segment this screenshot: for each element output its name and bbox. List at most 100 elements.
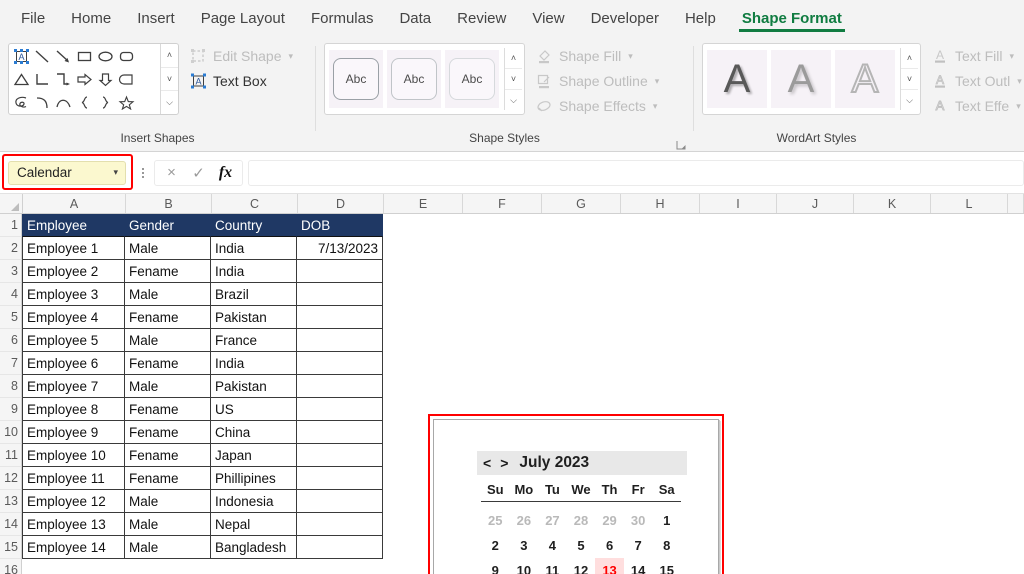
cell-a7[interactable]: Employee 6 bbox=[22, 352, 125, 375]
shape-style-thumb-3[interactable]: Abc bbox=[445, 50, 499, 108]
left-brace-shape-icon[interactable] bbox=[74, 91, 95, 114]
cell-c7[interactable]: India bbox=[211, 352, 297, 375]
calendar-day[interactable]: 4 bbox=[538, 533, 567, 558]
cell-a3[interactable]: Employee 2 bbox=[22, 260, 125, 283]
text-fill-button[interactable]: A Text Fill ▾ bbox=[931, 47, 1022, 65]
cell-b10[interactable]: Fename bbox=[125, 421, 211, 444]
row-header-14[interactable]: 14 bbox=[0, 513, 22, 536]
column-header-a[interactable]: A bbox=[23, 194, 126, 213]
calendar-day[interactable]: 27 bbox=[538, 508, 567, 533]
curve-shape-icon[interactable] bbox=[32, 91, 53, 114]
calendar-day[interactable]: 7 bbox=[624, 533, 653, 558]
calendar-control[interactable]: < > July 2023 Su Mo Tu We Th Fr Sa 25 26 bbox=[433, 419, 719, 574]
cell-b15[interactable]: Male bbox=[125, 536, 211, 559]
wordart-thumb-3[interactable]: A bbox=[835, 50, 895, 108]
cell-b6[interactable]: Male bbox=[125, 329, 211, 352]
row-header-12[interactable]: 12 bbox=[0, 467, 22, 490]
cell-c5[interactable]: Pakistan bbox=[211, 306, 297, 329]
cell-b2[interactable]: Male bbox=[125, 237, 211, 260]
wordart-scroll-up-icon[interactable]: ˄ bbox=[901, 48, 918, 69]
cell-d9[interactable] bbox=[297, 398, 383, 421]
right-brace-shape-icon[interactable] bbox=[95, 91, 116, 114]
oval-shape-icon[interactable] bbox=[95, 45, 116, 68]
wordart-styles-scrollbar[interactable]: ˄ ˅ ⌵ bbox=[900, 48, 918, 110]
cell-b12[interactable]: Fename bbox=[125, 467, 211, 490]
wordart-styles-gallery[interactable]: A A A ˄ ˅ ⌵ bbox=[702, 43, 921, 115]
row-header-10[interactable]: 10 bbox=[0, 421, 22, 444]
column-header-g[interactable]: G bbox=[542, 194, 621, 213]
cell-d11[interactable] bbox=[297, 444, 383, 467]
cell-c4[interactable]: Brazil bbox=[211, 283, 297, 306]
triangle-shape-icon[interactable] bbox=[11, 68, 32, 91]
calendar-day[interactable]: 2 bbox=[481, 533, 510, 558]
down-arrow-shape-icon[interactable] bbox=[95, 68, 116, 91]
calendar-day[interactable]: 8 bbox=[652, 533, 681, 558]
cell-d14[interactable] bbox=[297, 513, 383, 536]
calendar-day[interactable]: 1 bbox=[652, 508, 681, 533]
wordart-expand-icon[interactable]: ⌵ bbox=[901, 90, 918, 110]
tab-formulas[interactable]: Formulas bbox=[298, 7, 387, 32]
cancel-formula-icon[interactable]: × bbox=[158, 161, 185, 185]
shapes-gallery[interactable]: A ˄ ˅ ⌵ bbox=[8, 43, 179, 115]
cell-d13[interactable] bbox=[297, 490, 383, 513]
tab-data[interactable]: Data bbox=[386, 7, 444, 32]
cell-a8[interactable]: Employee 7 bbox=[22, 375, 125, 398]
cell-b5[interactable]: Fename bbox=[125, 306, 211, 329]
text-box-button[interactable]: A Text Box bbox=[189, 72, 293, 90]
cell-a14[interactable]: Employee 13 bbox=[22, 513, 125, 536]
styles-scroll-down-icon[interactable]: ˅ bbox=[505, 69, 522, 90]
cell-b1[interactable]: Gender bbox=[125, 214, 211, 237]
row-header-6[interactable]: 6 bbox=[0, 329, 22, 352]
tab-shape-format[interactable]: Shape Format bbox=[729, 7, 855, 32]
gallery-scroll-up-icon[interactable]: ˄ bbox=[161, 44, 178, 68]
row-header-11[interactable]: 11 bbox=[0, 444, 22, 467]
row-header-8[interactable]: 8 bbox=[0, 375, 22, 398]
calendar-day[interactable]: 10 bbox=[510, 558, 539, 574]
chevron-down-icon[interactable]: ▾ bbox=[113, 167, 118, 178]
calendar-title[interactable]: July 2023 bbox=[519, 454, 589, 472]
shape-styles-scrollbar[interactable]: ˄ ˅ ⌵ bbox=[504, 48, 522, 110]
elbow-connector-shape-icon[interactable] bbox=[32, 68, 53, 91]
calendar-day[interactable]: 12 bbox=[567, 558, 596, 574]
row-header-9[interactable]: 9 bbox=[0, 398, 22, 421]
shapes-gallery-scrollbar[interactable]: ˄ ˅ ⌵ bbox=[160, 44, 178, 114]
cell-c1[interactable]: Country bbox=[211, 214, 297, 237]
shape-style-thumb-2[interactable]: Abc bbox=[387, 50, 441, 108]
cell-a10[interactable]: Employee 9 bbox=[22, 421, 125, 444]
cell-a4[interactable]: Employee 3 bbox=[22, 283, 125, 306]
column-header-b[interactable]: B bbox=[126, 194, 212, 213]
tab-file[interactable]: File bbox=[8, 7, 58, 32]
cell-d15[interactable] bbox=[297, 536, 383, 559]
cell-d8[interactable] bbox=[297, 375, 383, 398]
calendar-day[interactable]: 29 bbox=[595, 508, 624, 533]
cell-c6[interactable]: France bbox=[211, 329, 297, 352]
cell-a15[interactable]: Employee 14 bbox=[22, 536, 125, 559]
cell-b3[interactable]: Fename bbox=[125, 260, 211, 283]
shape-outline-button[interactable]: Shape Outline ▾ bbox=[535, 72, 659, 90]
styles-scroll-up-icon[interactable]: ˄ bbox=[505, 48, 522, 69]
cell-d3[interactable] bbox=[297, 260, 383, 283]
column-header-h[interactable]: H bbox=[621, 194, 700, 213]
column-header-i[interactable]: I bbox=[700, 194, 777, 213]
cell-c15[interactable]: Bangladesh bbox=[211, 536, 297, 559]
column-header-d[interactable]: D bbox=[298, 194, 384, 213]
calendar-day[interactable]: 28 bbox=[567, 508, 596, 533]
row-header-13[interactable]: 13 bbox=[0, 490, 22, 513]
row-header-2[interactable]: 2 bbox=[0, 237, 22, 260]
cell-b14[interactable]: Male bbox=[125, 513, 211, 536]
row-header-1[interactable]: 1 bbox=[0, 214, 22, 237]
cell-a6[interactable]: Employee 5 bbox=[22, 329, 125, 352]
rounded-rectangle-shape-icon[interactable] bbox=[116, 45, 137, 68]
calendar-next-month-button[interactable]: > bbox=[500, 456, 508, 470]
calendar-day[interactable]: 15 bbox=[652, 558, 681, 574]
column-header-c[interactable]: C bbox=[212, 194, 298, 213]
cell-c9[interactable]: US bbox=[211, 398, 297, 421]
formula-input[interactable] bbox=[248, 159, 1024, 186]
shape-style-thumb-1[interactable]: Abc bbox=[329, 50, 383, 108]
calendar-day-selected[interactable]: 13 bbox=[595, 558, 624, 574]
flowchart-shape-icon[interactable] bbox=[116, 68, 137, 91]
text-effects-button[interactable]: A Text Effe ▾ bbox=[931, 97, 1022, 115]
column-header-l[interactable]: L bbox=[931, 194, 1008, 213]
cell-c10[interactable]: China bbox=[211, 421, 297, 444]
tab-insert[interactable]: Insert bbox=[124, 7, 188, 32]
